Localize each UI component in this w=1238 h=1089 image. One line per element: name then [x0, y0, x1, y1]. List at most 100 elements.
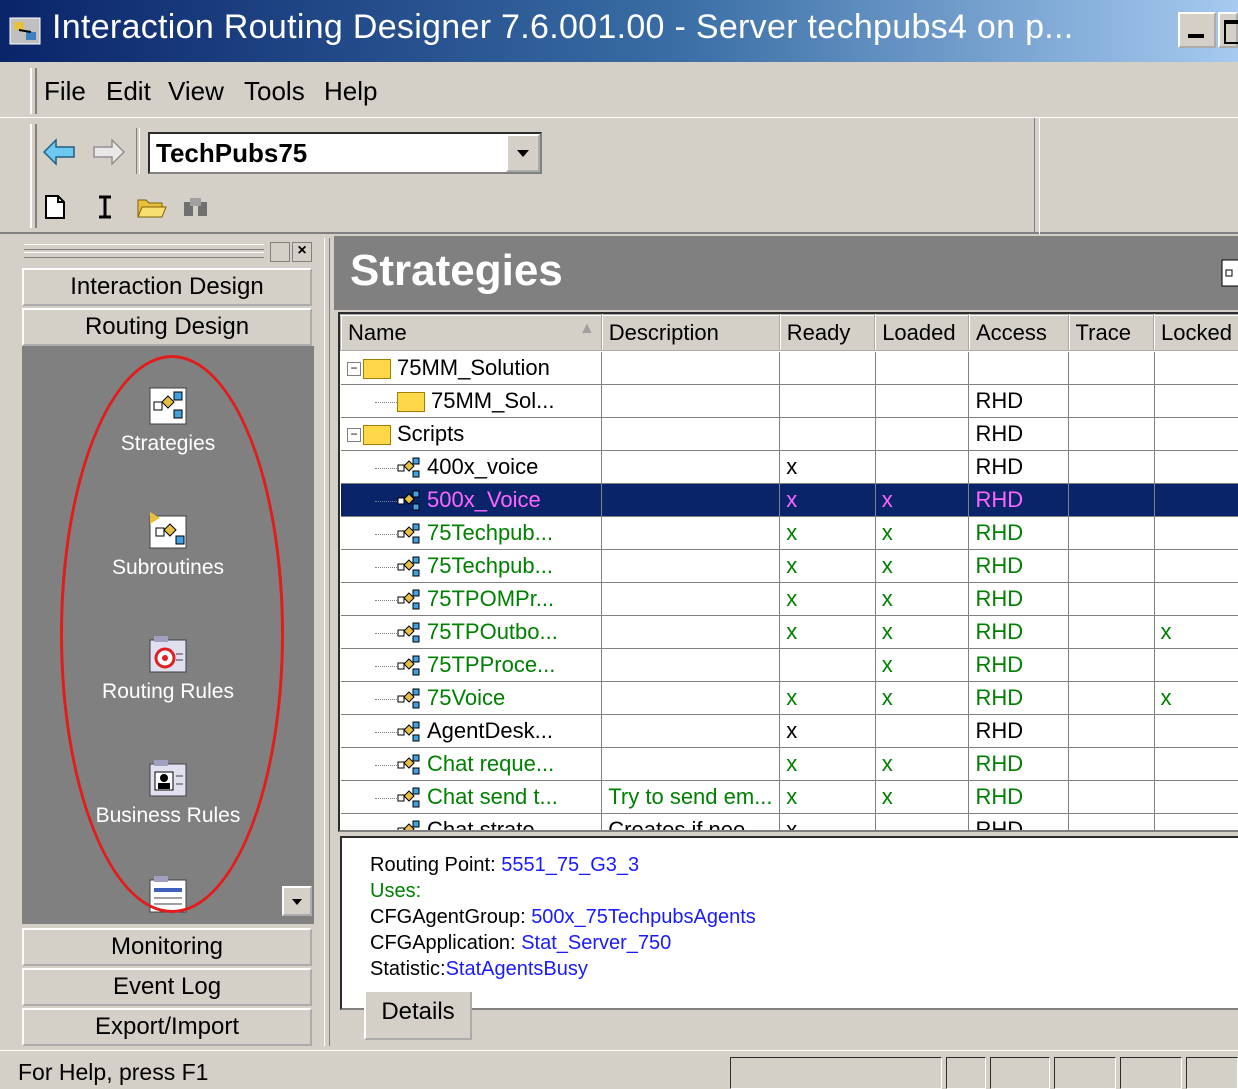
- cell-name: 75Techpub...: [341, 516, 603, 550]
- row-name-label: 75Voice: [427, 685, 506, 710]
- column-header-loaded[interactable]: Loaded: [874, 314, 970, 352]
- status-bar: For Help, press F1: [0, 1050, 1238, 1089]
- status-panel-4: [1054, 1057, 1116, 1089]
- table-row[interactable]: 75TPProce... x RHD: [341, 648, 1238, 682]
- combo-dropdown-button[interactable]: [506, 134, 540, 172]
- cell-name: 75Voice: [341, 681, 603, 715]
- cell-locked: [1154, 549, 1238, 583]
- detail-routing-point: Routing Point: 5551_75_G3_3: [370, 854, 640, 876]
- cell-trace: [1068, 747, 1155, 781]
- collapse-icon[interactable]: −: [347, 428, 361, 443]
- strategies-grid: Name ▲ Description Ready Loaded Access Tr…: [340, 314, 1238, 830]
- status-panel-1: [730, 1057, 942, 1089]
- cell-description: [601, 450, 781, 484]
- menu-file[interactable]: File: [44, 76, 86, 107]
- menu-view[interactable]: View: [168, 76, 224, 107]
- cursor-icon[interactable]: [96, 194, 114, 220]
- script-icon: [397, 523, 420, 544]
- section-interaction-design[interactable]: Interaction Design: [22, 268, 312, 306]
- pane-restore-button[interactable]: [270, 242, 290, 262]
- section-monitoring[interactable]: Monitoring: [22, 928, 312, 966]
- cell-access: RHD: [968, 714, 1070, 748]
- find-icon[interactable]: [180, 194, 212, 220]
- table-row[interactable]: 75Techpub... x x RHD: [341, 549, 1238, 583]
- menu-edit[interactable]: Edit: [106, 76, 151, 107]
- cell-trace: [1068, 549, 1155, 583]
- cell-description: [601, 582, 781, 616]
- view-header: Strategies: [334, 236, 1238, 310]
- toolbar-grip[interactable]: [30, 124, 37, 228]
- menu-tools[interactable]: Tools: [244, 76, 305, 107]
- table-row[interactable]: Chat strate... Creates if nee... x RHD: [341, 813, 1238, 830]
- status-panel-2: [946, 1057, 986, 1089]
- cell-trace: [1068, 483, 1155, 517]
- cell-trace: [1068, 714, 1155, 748]
- column-header-ready[interactable]: Ready: [778, 314, 877, 352]
- menu-grip[interactable]: [30, 68, 37, 114]
- table-row[interactable]: 75MM_Sol... RHD: [341, 384, 1238, 418]
- column-header-access[interactable]: Access: [967, 314, 1070, 352]
- cell-name: 400x_voice: [341, 450, 603, 484]
- cell-description: [601, 483, 781, 517]
- new-document-icon[interactable]: [44, 194, 66, 220]
- table-row[interactable]: 75Techpub... x x RHD: [341, 516, 1238, 550]
- pane-grip-2[interactable]: [24, 252, 264, 258]
- script-icon: [397, 787, 420, 808]
- cell-ready: [779, 351, 876, 385]
- pane-close-button[interactable]: ×: [292, 242, 312, 262]
- table-row[interactable]: 75TPOMPr... x x RHD: [341, 582, 1238, 616]
- cell-name: − Scripts: [341, 417, 603, 451]
- cell-description: [601, 549, 781, 583]
- pane-grip[interactable]: [24, 244, 264, 250]
- menu-help[interactable]: Help: [324, 76, 377, 107]
- maximize-button[interactable]: [1218, 12, 1238, 48]
- column-header-locked[interactable]: Locked: [1153, 314, 1238, 352]
- cell-loaded: x: [875, 648, 970, 682]
- cell-loaded: x: [875, 483, 970, 517]
- strategies-table: Name ▲ Description Ready Loaded Access Tr…: [338, 312, 1238, 832]
- minimize-button[interactable]: [1178, 12, 1216, 48]
- toolbar-separator: [136, 128, 140, 174]
- detail-application: CFGApplication: Stat_Server_750: [370, 932, 672, 954]
- column-header-description[interactable]: Description: [600, 314, 781, 352]
- tree-connector: [375, 764, 397, 766]
- cell-access: RHD: [968, 450, 1070, 484]
- collapse-icon[interactable]: −: [347, 362, 361, 377]
- cell-trace: [1068, 780, 1155, 814]
- script-icon: [397, 754, 420, 775]
- app-icon: [9, 17, 41, 45]
- cell-locked: [1154, 516, 1238, 550]
- table-row[interactable]: − 75MM_Solution: [341, 351, 1238, 385]
- table-row[interactable]: 75Voice x x RHD x: [341, 681, 1238, 715]
- table-row[interactable]: Chat send t... Try to send em... x x RHD: [341, 780, 1238, 814]
- column-header-name[interactable]: Name ▲: [340, 314, 603, 352]
- section-export-import[interactable]: Export/Import: [22, 1008, 312, 1046]
- cell-locked: [1154, 747, 1238, 781]
- table-row[interactable]: Chat reque... x x RHD: [341, 747, 1238, 781]
- table-row[interactable]: − Scripts RHD: [341, 417, 1238, 451]
- splitter[interactable]: [324, 238, 330, 1046]
- cell-loaded: x: [875, 582, 970, 616]
- table-row[interactable]: 500x_Voice x x RHD: [341, 483, 1238, 517]
- tab-details[interactable]: Details: [364, 992, 472, 1040]
- cell-name: Chat send t...: [341, 780, 603, 814]
- table-row[interactable]: AgentDesk... x RHD: [341, 714, 1238, 748]
- forward-arrow-icon[interactable]: [90, 138, 126, 166]
- table-row[interactable]: 75TPOutbo... x x RHD x: [341, 615, 1238, 649]
- table-row[interactable]: 400x_voice x RHD: [341, 450, 1238, 484]
- pane-scroll-down-button[interactable]: [282, 886, 312, 916]
- row-name-label: 75Techpub...: [427, 520, 553, 545]
- back-arrow-icon[interactable]: [42, 138, 78, 166]
- open-folder-icon[interactable]: [136, 194, 168, 220]
- cell-locked: [1154, 450, 1238, 484]
- cell-locked: [1154, 780, 1238, 814]
- script-icon: [397, 688, 420, 709]
- column-header-trace[interactable]: Trace: [1067, 314, 1156, 352]
- script-icon: [397, 589, 420, 610]
- section-event-log[interactable]: Event Log: [22, 968, 312, 1006]
- section-routing-design[interactable]: Routing Design: [22, 308, 312, 346]
- row-name-label: 75Techpub...: [427, 553, 553, 578]
- view-title: Strategies: [350, 246, 563, 295]
- tenant-combobox[interactable]: TechPubs75: [148, 132, 542, 174]
- cell-ready: [779, 417, 876, 451]
